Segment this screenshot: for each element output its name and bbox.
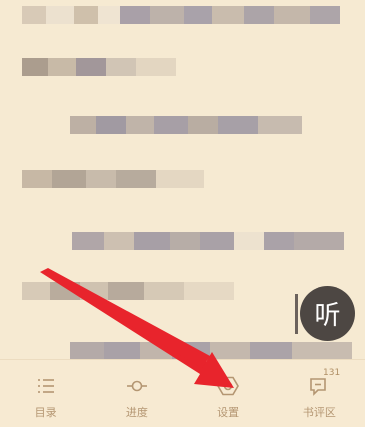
tab-progress-label: 进度 — [125, 406, 148, 419]
blurred-text-line — [70, 116, 302, 134]
toc-list-icon — [37, 379, 54, 393]
blurred-text-line — [22, 6, 340, 24]
progress-slider-icon — [126, 380, 147, 392]
settings-hex-icon — [217, 376, 240, 396]
blurred-text-line — [22, 170, 204, 188]
reader-bottom-bar: 目录 进度 设置 131 书评区 — [0, 359, 365, 427]
tab-toc[interactable]: 目录 — [0, 360, 91, 427]
tab-settings[interactable]: 设置 — [183, 360, 274, 427]
blurred-text-line — [22, 58, 222, 76]
reader-content-area[interactable]: 听 — [0, 0, 365, 360]
tab-comments-label: 书评区 — [302, 406, 336, 419]
tab-comments[interactable]: 131 书评区 — [274, 360, 365, 427]
listen-button[interactable]: 听 — [300, 286, 355, 341]
comment-count-badge: 131 — [323, 368, 341, 378]
tab-settings-label: 设置 — [217, 406, 240, 419]
tab-progress[interactable]: 进度 — [91, 360, 182, 427]
blurred-text-line — [72, 232, 344, 250]
text-cursor — [295, 294, 298, 334]
blurred-text-line — [70, 342, 352, 360]
tab-toc-label: 目录 — [34, 406, 57, 419]
blurred-text-line — [22, 282, 234, 300]
